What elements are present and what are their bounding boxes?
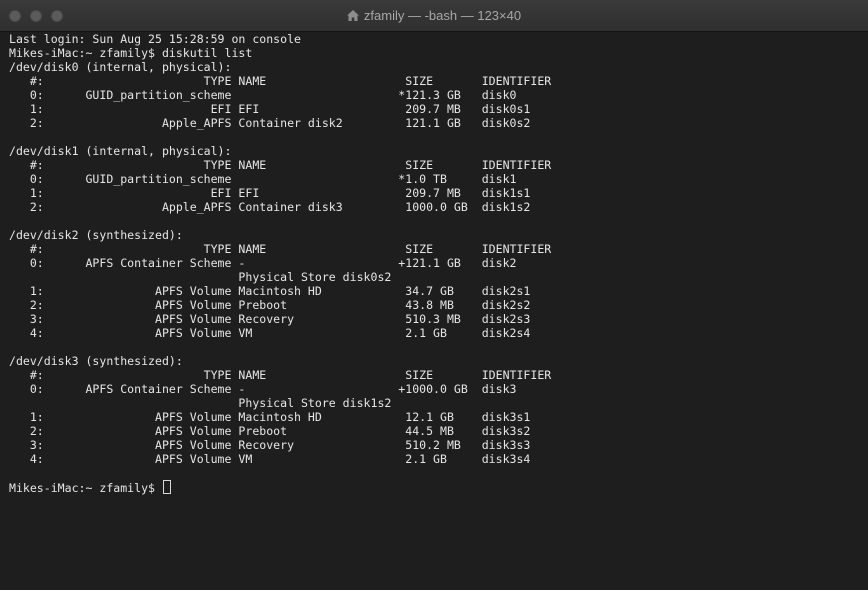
terminal-line: #: TYPE NAME SIZE IDENTIFIER	[9, 242, 552, 256]
terminal-line: 3: APFS Volume Recovery 510.3 MB disk2s3	[9, 312, 531, 326]
terminal-line: /dev/disk2 (synthesized):	[9, 228, 183, 242]
terminal-line: Mikes-iMac:~ zfamily$ diskutil list	[9, 46, 253, 60]
home-icon	[346, 10, 359, 21]
terminal-line: 1: EFI EFI 209.7 MB disk0s1	[9, 102, 531, 116]
text-cursor	[162, 480, 171, 494]
terminal-line: #: TYPE NAME SIZE IDENTIFIER	[9, 158, 552, 172]
terminal-line: 0: APFS Container Scheme - +1000.0 GB di…	[9, 382, 517, 396]
window-title-text: zfamily — -bash — 123×40	[363, 8, 522, 23]
terminal-line: 1: APFS Volume Macintosh HD 34.7 GB disk…	[9, 284, 531, 298]
terminal-line: #: TYPE NAME SIZE IDENTIFIER	[9, 74, 552, 88]
window-title: zfamily — -bash — 123×40	[0, 0, 868, 32]
terminal-line: /dev/disk0 (internal, physical):	[9, 60, 232, 74]
terminal-line: 0: APFS Container Scheme - +121.1 GB dis…	[9, 256, 517, 270]
terminal-line: #: TYPE NAME SIZE IDENTIFIER	[9, 368, 552, 382]
terminal-line: 3: APFS Volume Recovery 510.2 MB disk3s3	[9, 438, 531, 452]
prompt-text: Mikes-iMac:~ zfamily$	[9, 481, 162, 495]
terminal-line: 2: Apple_APFS Container disk2 121.1 GB d…	[9, 116, 531, 130]
terminal-output: Last login: Sun Aug 25 15:28:59 on conso…	[9, 32, 868, 480]
terminal-line: 4: APFS Volume VM 2.1 GB disk3s4	[9, 452, 531, 466]
terminal-line: Last login: Sun Aug 25 15:28:59 on conso…	[9, 32, 301, 46]
terminal-line: /dev/disk3 (synthesized):	[9, 354, 183, 368]
terminal-line: Physical Store disk0s2	[9, 270, 392, 284]
title-bar[interactable]: zfamily — -bash — 123×40	[0, 0, 868, 32]
terminal-line: 4: APFS Volume VM 2.1 GB disk2s4	[9, 326, 531, 340]
terminal-line: /dev/disk1 (internal, physical):	[9, 144, 232, 158]
terminal-content[interactable]: Last login: Sun Aug 25 15:28:59 on conso…	[0, 32, 868, 590]
terminal-line: 2: APFS Volume Preboot 43.8 MB disk2s2	[9, 298, 531, 312]
terminal-line: 1: EFI EFI 209.7 MB disk1s1	[9, 186, 531, 200]
terminal-line: 2: APFS Volume Preboot 44.5 MB disk3s2	[9, 424, 531, 438]
terminal-line: 2: Apple_APFS Container disk3 1000.0 GB …	[9, 200, 531, 214]
terminal-line: Physical Store disk1s2	[9, 396, 392, 410]
prompt-line[interactable]: Mikes-iMac:~ zfamily$	[9, 480, 868, 495]
terminal-line: 1: APFS Volume Macintosh HD 12.1 GB disk…	[9, 410, 531, 424]
terminal-window: zfamily — -bash — 123×40 Last login: Sun…	[0, 0, 868, 590]
terminal-line: 0: GUID_partition_scheme *1.0 TB disk1	[9, 172, 517, 186]
terminal-line: 0: GUID_partition_scheme *121.3 GB disk0	[9, 88, 517, 102]
